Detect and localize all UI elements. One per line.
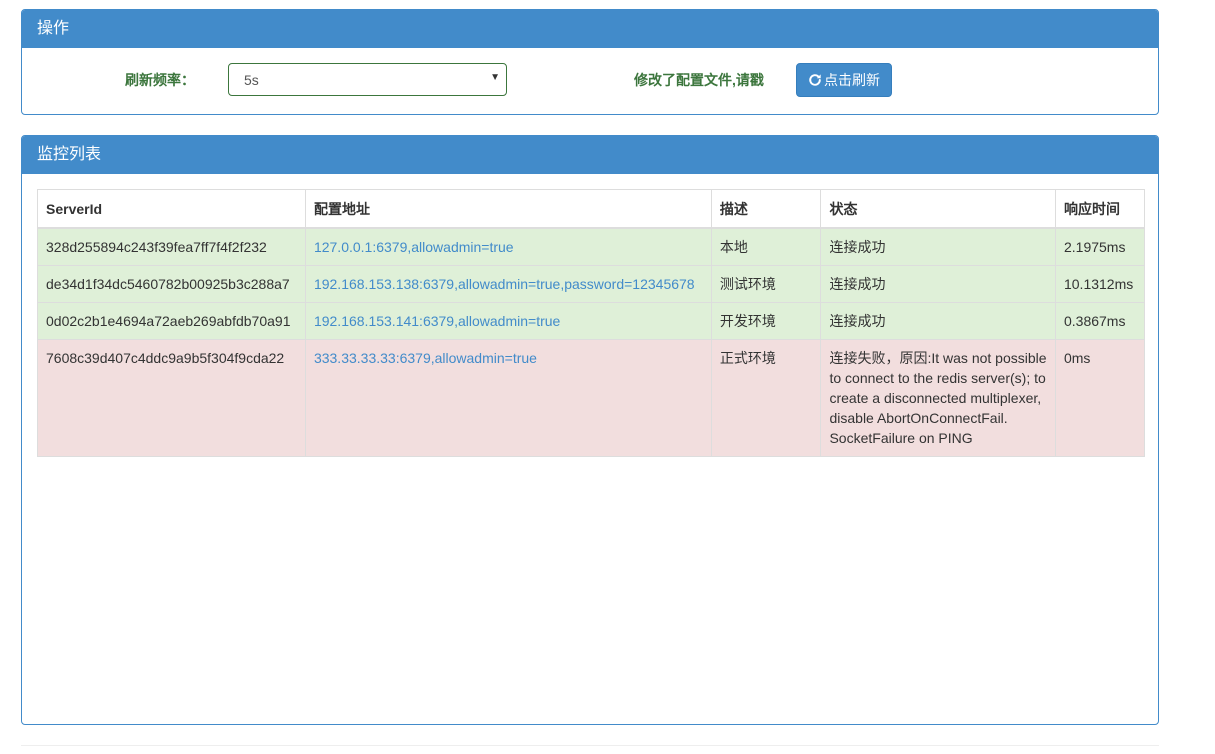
table-row: 328d255894c243f39fea7ff7f4f2f232 127.0.0… [37, 227, 1146, 266]
status-cell: 连接成功 [820, 227, 1056, 266]
address-link[interactable]: 192.168.153.138:6379,allowadmin=true,pas… [314, 276, 695, 292]
column-header-status: 状态 [820, 189, 1056, 229]
response-time-cell: 2.1975ms [1054, 227, 1146, 266]
server-id-cell: 7608c39d407c4ddc9a9b5f304f9cda22 [37, 339, 306, 457]
chevron-down-icon: ▼ [490, 72, 500, 83]
response-time-cell: 10.1312ms [1054, 265, 1146, 303]
address-link[interactable]: 192.168.153.141:6379,allowadmin=true [314, 313, 560, 329]
divider [21, 745, 1159, 746]
table-row: 7608c39d407c4ddc9a9b5f304f9cda22 333.33.… [37, 339, 1146, 457]
response-time-cell: 0ms [1054, 339, 1146, 457]
table-row: 0d02c2b1e4694a72aeb269abfdb70a91 192.168… [37, 302, 1146, 340]
monitor-panel: 监控列表 ServerId 配置地址 描述 状态 响应时间 328d255894… [21, 135, 1159, 725]
column-header-description: 描述 [710, 189, 822, 229]
column-header-response-time: 响应时间 [1054, 189, 1146, 229]
server-id-cell: 328d255894c243f39fea7ff7f4f2f232 [37, 227, 306, 266]
refresh-rate-label: 刷新频率： [125, 72, 195, 88]
address-cell: 127.0.0.1:6379,allowadmin=true [304, 227, 712, 266]
description-cell: 测试环境 [710, 265, 822, 303]
refresh-button-label: 点击刷新 [824, 72, 880, 88]
server-id-cell: de34d1f34dc5460782b00925b3c288a7 [37, 265, 306, 303]
description-cell: 开发环境 [710, 302, 822, 340]
status-cell: 连接成功 [820, 302, 1056, 340]
address-cell: 192.168.153.138:6379,allowadmin=true,pas… [304, 265, 712, 303]
refresh-rate-select[interactable]: 5s ▼ [228, 63, 507, 96]
refresh-button[interactable]: 点击刷新 [796, 63, 892, 97]
operations-panel: 操作 刷新频率： 5s ▼ 修改了配置文件,请戳 点击刷新 [21, 9, 1159, 115]
monitor-panel-title: 监控列表 [22, 136, 1158, 174]
table-header-row: ServerId 配置地址 描述 状态 响应时间 [37, 189, 1146, 229]
status-cell: 连接成功 [820, 265, 1056, 303]
operations-panel-title: 操作 [22, 10, 1158, 48]
address-link[interactable]: 127.0.0.1:6379,allowadmin=true [314, 239, 514, 255]
description-cell: 正式环境 [710, 339, 822, 457]
table-row: de34d1f34dc5460782b00925b3c288a7 192.168… [37, 265, 1146, 303]
status-cell: 连接失败，原因:It was not possible to connect t… [820, 339, 1056, 457]
server-id-cell: 0d02c2b1e4694a72aeb269abfdb70a91 [37, 302, 306, 340]
operations-panel-body: 刷新频率： 5s ▼ 修改了配置文件,请戳 点击刷新 [22, 48, 1158, 114]
refresh-icon [809, 74, 821, 86]
address-cell: 192.168.153.141:6379,allowadmin=true [304, 302, 712, 340]
config-changed-message: 修改了配置文件,请戳 [634, 72, 764, 88]
response-time-cell: 0.3867ms [1054, 302, 1146, 340]
address-link[interactable]: 333.33.33.33:6379,allowadmin=true [314, 350, 537, 366]
description-cell: 本地 [710, 227, 822, 266]
column-header-address: 配置地址 [304, 189, 712, 229]
refresh-rate-value: 5s [244, 72, 259, 88]
monitor-table: ServerId 配置地址 描述 状态 响应时间 328d255894c243f… [37, 189, 1146, 457]
address-cell: 333.33.33.33:6379,allowadmin=true [304, 339, 712, 457]
column-header-serverid: ServerId [37, 189, 306, 229]
